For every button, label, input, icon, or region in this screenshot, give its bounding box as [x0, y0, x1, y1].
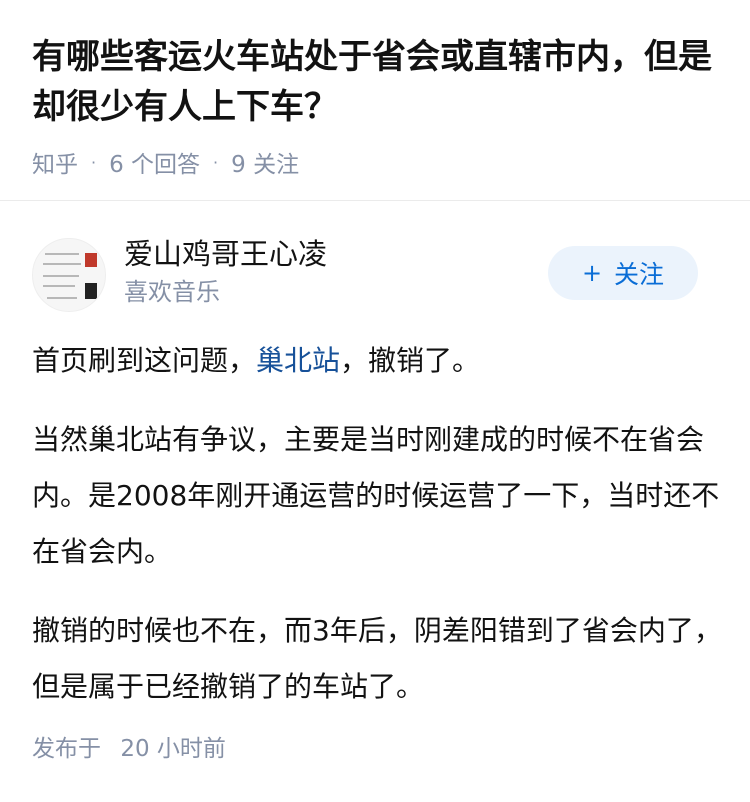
question-header: 有哪些客运火车站处于省会或直辖市内，但是却很少有人上下车？ 知乎 · 6 个回答… [0, 0, 750, 178]
station-link[interactable]: 巢北站 [256, 344, 340, 377]
question-meta: 知乎 · 6 个回答 · 9 关注 [32, 146, 718, 178]
section-divider [0, 200, 750, 201]
author-card: 爱山鸡哥王心凌 喜欢音乐 + 关注 [32, 232, 718, 312]
paragraph-text: ，撤销了。 [340, 344, 481, 377]
follower-count[interactable]: 9 关注 [231, 145, 299, 179]
publish-info: 发布于 20 小时前 [32, 733, 226, 765]
author-name[interactable]: 爱山鸡哥王心凌 [124, 234, 327, 274]
published-time: 20 小时前 [120, 736, 226, 762]
question-title[interactable]: 有哪些客运火车站处于省会或直辖市内，但是却很少有人上下车？ [32, 32, 718, 132]
author-bio: 喜欢音乐 [124, 278, 220, 306]
answer-paragraph: 当然巢北站有争议，主要是当时刚建成的时候不在省会内。是2008年刚开通运营的时候… [32, 423, 720, 568]
answer-count[interactable]: 6 个回答 [109, 145, 200, 179]
published-label: 发布于 [32, 736, 101, 762]
plus-icon: + [581, 259, 603, 287]
meta-separator: · [91, 152, 97, 172]
avatar[interactable] [32, 238, 106, 312]
source-label[interactable]: 知乎 [32, 145, 78, 179]
follow-button[interactable]: + 关注 [548, 246, 698, 300]
paragraph-text: 首页刷到这问题， [32, 344, 257, 377]
answer-paragraph: 撤销的时候也不在，而3年后，阴差阳错到了省会内了，但是属于已经撤销了的车站了。 [32, 614, 722, 703]
answer-content: 首页刷到这问题，巢北站，撤销了。 当然巢北站有争议，主要是当时刚建成的时候不在省… [32, 333, 722, 738]
follow-label: 关注 [614, 260, 665, 289]
answer-paragraph: 首页刷到这问题，巢北站，撤销了。 [32, 333, 722, 389]
meta-separator: · [213, 152, 219, 172]
